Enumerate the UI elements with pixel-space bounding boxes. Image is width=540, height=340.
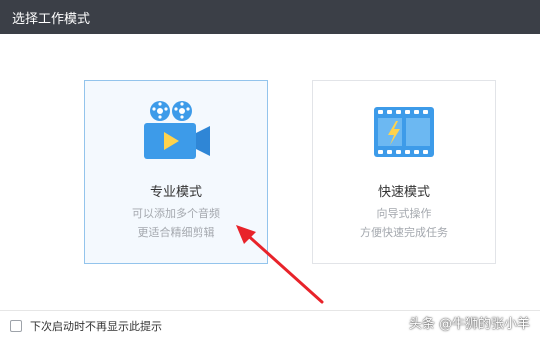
dont-show-again-label[interactable]: 下次启动时不再显示此提示: [30, 318, 162, 334]
mode-desc-quick-1: 向导式操作: [376, 207, 432, 220]
dont-show-again-checkbox[interactable]: [10, 319, 22, 332]
mode-desc-quick-2: 方便快速完成任务: [360, 226, 448, 239]
window-titlebar: 选择工作模式: [0, 0, 540, 34]
red-arrow-annotation: [236, 225, 324, 304]
mode-title-professional: 专业模式: [149, 185, 202, 200]
mode-title-quick: 快速模式: [377, 185, 430, 200]
watermark-text: 头条 @牛狮的张小羊: [408, 317, 530, 332]
mode-desc-professional-1: 可以添加多个音频: [132, 207, 220, 220]
window-title: 选择工作模式: [12, 11, 91, 27]
video-camera-icon: [140, 99, 212, 169]
film-strip-flash-icon: [368, 99, 440, 169]
mode-card-quick[interactable]: 快速模式 向导式操作 方便快速完成任务: [312, 80, 496, 264]
